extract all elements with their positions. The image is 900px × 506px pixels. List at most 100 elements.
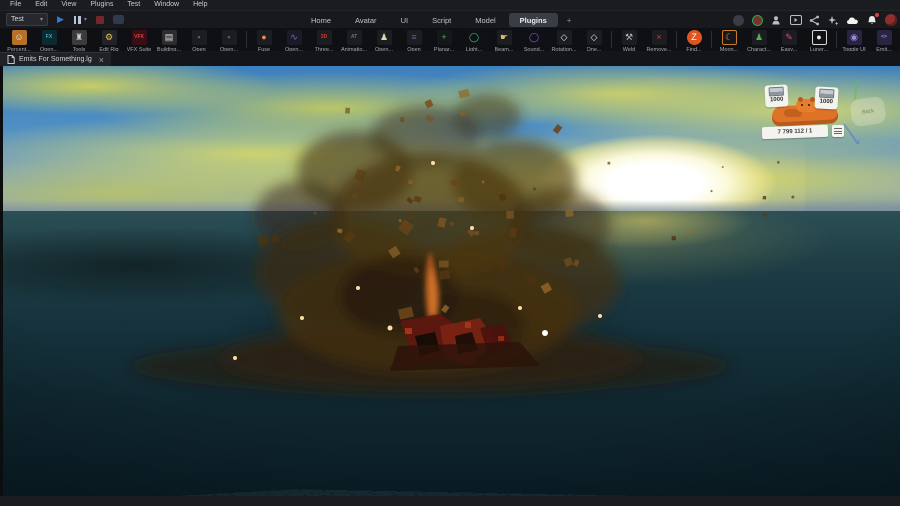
collaborator-avatar[interactable] [732,14,745,27]
character-plugin-button[interactable]: ♟ Charact... [744,30,774,53]
remove-plugin-button[interactable]: × Remove... [644,30,674,53]
open-plugin-button-5[interactable]: ≡ Open [399,30,429,53]
planar-plugin-icon: + [436,30,452,45]
play-icon: ▶ [57,14,64,24]
edit-rig-plugin-button[interactable]: ⚙ Edit Rig [94,30,124,53]
weld-plugin-button[interactable]: ⚒ Weld [614,30,644,53]
open-plugin-button-2[interactable]: ▪ Open... [214,30,244,53]
vfx-open-plugin-button[interactable]: FX Open... [34,30,64,53]
tab-ui[interactable]: UI [390,13,420,27]
weld-plugin-icon: ⚒ [621,30,637,45]
playback-toolbar: Test ▾ ▶ ▾ Home Avatar UI Script Model Plugin… [0,10,900,28]
tab-script[interactable]: Script [421,13,462,27]
notifications-button[interactable] [865,12,879,27]
toolbar-separator [611,31,612,48]
tab-home[interactable]: Home [300,13,342,27]
collaborator-avatar-icon [733,14,744,26]
menu-item-edit[interactable]: Edit [28,0,54,10]
document-tab[interactable]: Emits For Something.lg × [0,52,112,66]
light-plugin-icon: ◯ [466,30,482,45]
moon-animator-plugin-icon: ☾ [721,30,737,45]
top-right-icons [732,11,897,29]
open-plugin-button-4[interactable]: ♟ Open... [369,30,399,53]
one-plugin-icon: ◇ [586,30,602,45]
menu-item-view[interactable]: View [54,0,83,10]
planar-plugin-button[interactable]: + Planar... [429,30,459,53]
menu-item-help[interactable]: Help [186,0,214,10]
building-plugin-icon: ▤ [161,30,177,45]
view-cube-face[interactable]: Back [849,95,887,128]
stop-button[interactable] [95,15,104,24]
device-selector[interactable]: Test ▾ [6,13,48,26]
script-file-icon [7,55,15,64]
vfx-suite-plugin-icon: VFX [131,30,147,45]
rotation-plugin-button[interactable]: ◇ Rotation... [549,30,579,53]
toggle-ui-plugin-button[interactable]: ◉ Toggle UI [839,30,869,53]
open-plugin-icon-2: ▪ [221,30,237,45]
z-axis-label: z [857,140,860,146]
user-avatar[interactable] [751,14,764,27]
play-button[interactable]: ▶ [57,13,64,26]
easy-plugin-button[interactable]: ✎ Easy... [774,30,804,53]
bottom-edge [0,496,900,506]
three-d-text-plugin-icon: 3D [316,30,332,45]
easy-plugin-icon: ✎ [781,30,797,45]
currency-badge-left: 1000 [764,84,789,108]
animation-plugin-icon: AT [346,30,362,45]
building-plugin-button[interactable]: ▤ Building... [154,30,184,53]
menu-item-window[interactable]: Window [147,0,186,10]
tab-model[interactable]: Model [464,13,506,27]
pause-button[interactable] [73,15,82,24]
moon-animator-plugin-button[interactable]: ☾ Moon... [714,30,744,53]
toolbar-separator [836,31,837,48]
account-menu-button[interactable] [884,14,897,27]
notification-badge-dot [875,12,879,17]
fuse-plugin-icon: ● [256,30,272,45]
sound-plugin-button[interactable]: ◯ Sound... [519,30,549,53]
tab-avatar[interactable]: Avatar [344,13,388,27]
one-plugin-button[interactable]: ◇ One... [579,30,609,53]
percent-plugin-button[interactable]: ☺ Percent... [4,30,34,53]
menu-item-test[interactable]: Test [120,0,147,10]
menu-item-plugins[interactable]: Plugins [83,0,120,10]
add-tab-button[interactable]: + [560,16,579,25]
account-avatar-icon [884,14,897,26]
share-button[interactable] [808,14,821,27]
menu-item-file[interactable]: File [3,0,28,10]
cloud-sync-button[interactable] [846,14,859,27]
cloud-icon [847,17,858,24]
invite-collaborator-button[interactable] [770,14,783,27]
open-plugin-button-1[interactable]: ▪ Open [184,30,214,53]
open-plugin-button-3[interactable]: ∿ Open... [279,30,309,53]
add-person-icon [772,15,780,24]
step-button[interactable] [112,15,124,24]
close-tab-icon[interactable]: × [99,55,104,65]
luner-plugin-button[interactable]: ● Luner... [804,30,834,53]
view-selector-cube[interactable]: Back z [843,78,895,146]
particle-counter: 7 799 112 / 1 [761,124,829,140]
beam-plugin-button[interactable]: ☛ Beam... [489,30,519,53]
character-plugin-icon: ♟ [751,30,767,45]
fuse-plugin-button[interactable]: ● Fuse [249,30,279,53]
remove-plugin-icon: × [651,30,667,45]
viewport-3d[interactable]: 1000 1000 7 799 112 / 1 Back z [0,66,900,496]
tools-plugin-button[interactable]: ♜ Tools [64,30,94,53]
find-plugin-button[interactable]: Z Find... [679,30,709,53]
step-icon [112,15,124,24]
vfx-open-plugin-icon: FX [41,30,57,45]
find-plugin-icon: Z [686,30,702,45]
light-plugin-button[interactable]: ◯ Light... [459,30,489,53]
three-d-text-plugin-button[interactable]: 3D Three... [309,30,339,53]
badge-value: 1000 [769,96,784,104]
tab-plugins[interactable]: Plugins [508,13,558,27]
vfx-suite-plugin-button[interactable]: VFX VFX Suite [124,30,154,53]
pause-options-chevron-icon[interactable]: ▾ [84,16,87,23]
assistant-button[interactable] [827,14,840,27]
device-emulation-button[interactable] [789,14,802,27]
beam-plugin-icon: ☛ [496,30,512,45]
plugin-toolbar: ☺ Percent... FX Open... ♜ Tools ⚙ Edit Rig VFX VF… [0,28,900,53]
ground-lighting [0,211,900,496]
animation-plugin-button[interactable]: AT Animatio... [339,30,369,53]
view-cube-face-label: Back [861,107,875,116]
emit-plugin-button[interactable]: <> Emit... [869,30,899,53]
